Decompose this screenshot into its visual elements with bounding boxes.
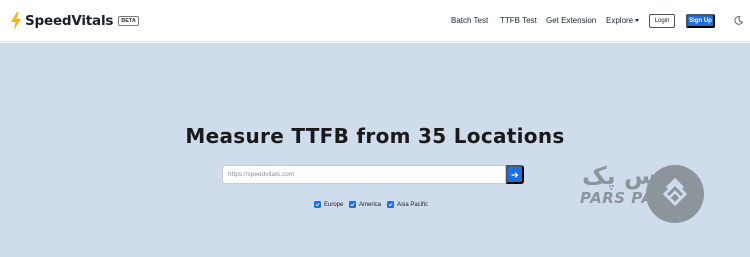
beta-badge: BETA bbox=[118, 16, 139, 26]
hero-section: Measure TTFB from 35 Locations Europe Am… bbox=[0, 43, 750, 257]
login-button[interactable]: Login bbox=[649, 14, 675, 28]
nav-link-batch-test[interactable]: Batch Test bbox=[451, 16, 488, 25]
region-america[interactable]: America bbox=[349, 201, 381, 208]
america-checkbox[interactable] bbox=[349, 201, 356, 208]
europe-checkbox[interactable] bbox=[314, 201, 321, 208]
region-label-america: America bbox=[359, 201, 382, 208]
check-icon bbox=[315, 202, 320, 207]
region-europe[interactable]: Europe bbox=[314, 201, 343, 208]
signup-button[interactable]: Sign Up bbox=[686, 14, 715, 28]
nav-link-ttfb-test[interactable]: TTFB Test bbox=[500, 16, 537, 25]
caret-down-icon bbox=[635, 19, 640, 23]
brand-logo[interactable]: SpeedVitals BETA bbox=[10, 12, 139, 30]
region-asia-pacific[interactable]: Asia Pacific bbox=[387, 201, 428, 208]
brand-name: SpeedVitals bbox=[25, 13, 114, 29]
arrow-right-icon bbox=[511, 171, 519, 178]
parspack-logo-icon bbox=[646, 165, 704, 223]
moon-icon[interactable] bbox=[734, 16, 743, 25]
submit-button[interactable] bbox=[506, 165, 524, 184]
check-icon bbox=[350, 202, 355, 207]
lightning-bolt-icon bbox=[11, 12, 21, 30]
region-label-asia-pacific: Asia Pacific bbox=[397, 201, 429, 208]
url-input[interactable] bbox=[222, 165, 506, 184]
nav-link-get-extension[interactable]: Get Extension bbox=[546, 16, 596, 25]
page-title: Measure TTFB from 35 Locations bbox=[185, 124, 565, 148]
region-label-europe: Europe bbox=[324, 201, 344, 208]
nav-link-explore[interactable]: Explore bbox=[606, 16, 640, 25]
check-icon bbox=[388, 202, 393, 207]
nav-link-explore-label: Explore bbox=[606, 16, 634, 25]
navbar: SpeedVitals BETA Batch Test TTFB Test Ge… bbox=[0, 0, 750, 42]
asia-pacific-checkbox[interactable] bbox=[387, 201, 394, 208]
